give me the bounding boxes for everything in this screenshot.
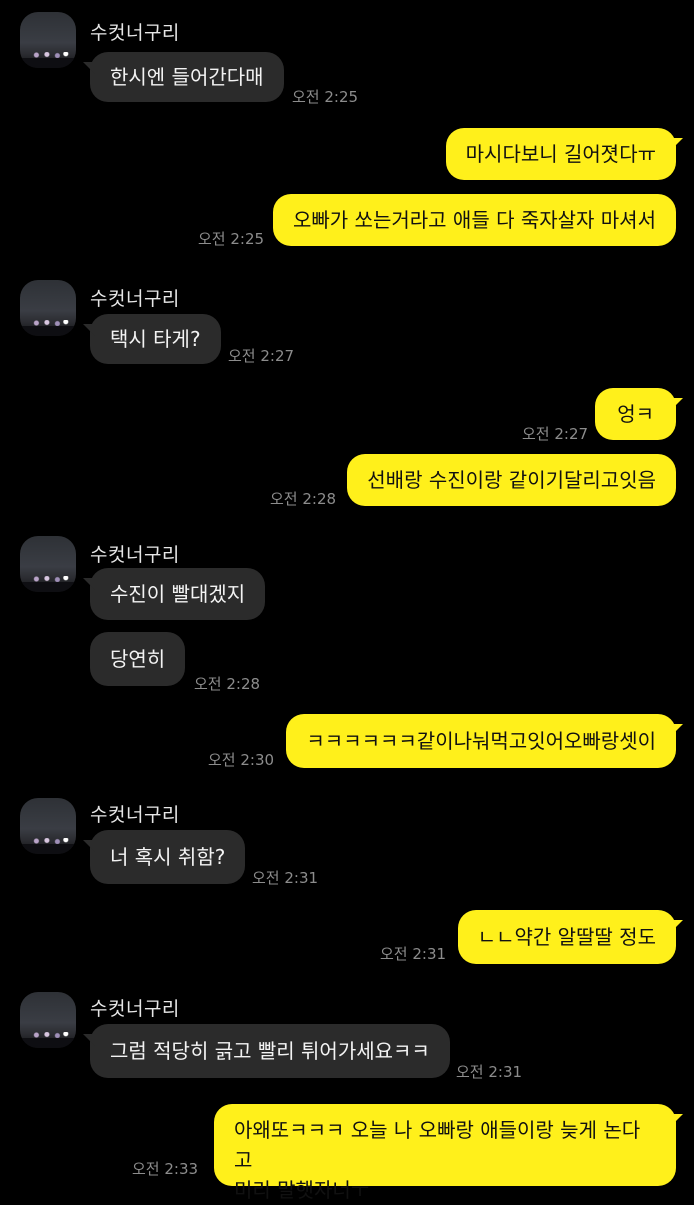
message-time: 오전 2:31	[380, 945, 447, 963]
contact-name: 수컷너구리	[90, 998, 180, 1020]
message-text: 수진이 빨대겠지	[110, 582, 246, 606]
contact-avatar[interactable]	[20, 12, 76, 68]
message-bubble-sent[interactable]: ㄴㄴ약간 알딸딸 정도	[457, 910, 684, 964]
message-text: 너 혹시 취함?	[110, 845, 226, 869]
message-text: 마시다보니 길어졋다ㅠ	[465, 142, 656, 166]
contact-avatar[interactable]	[20, 280, 76, 336]
contact-name: 수컷너구리	[90, 288, 180, 310]
message-text: 선배랑 수진이랑 같이기달리고잇음	[367, 468, 656, 492]
message-text: 한시엔 들어간다매	[110, 65, 264, 89]
message-bubble-sent[interactable]: 마시다보니 길어졋다ㅠ	[445, 128, 684, 180]
message-bubble-sent[interactable]: 오빠가 쏘는거라고 애들 다 죽자살자 마셔서	[273, 194, 676, 246]
message-text: ㅋㅋㅋㅋㅋㅋ같이나눠먹고잇어오빠랑셋이	[306, 729, 656, 753]
message-time: 오전 2:28	[270, 490, 337, 508]
message-time: 오전 2:25	[292, 88, 359, 106]
message-text-line-1: 아왜또ㅋㅋㅋ 오늘 나 오빠랑 애들이랑 늦게 논다고	[234, 1118, 641, 1172]
message-bubble-received[interactable]: 택시 타게?	[83, 314, 221, 364]
message-time: 오전 2:31	[456, 1063, 523, 1081]
message-text: 당연히	[110, 647, 166, 671]
contact-name: 수컷너구리	[90, 804, 180, 826]
contact-name: 수컷너구리	[90, 544, 180, 566]
contact-avatar[interactable]	[20, 536, 76, 592]
message-bubble-sent[interactable]: 아왜또ㅋㅋㅋ 오늘 나 오빠랑 애들이랑 늦게 논다고 미리 말햇자너ㅜ	[214, 1104, 683, 1202]
contact-avatar[interactable]	[20, 992, 76, 1048]
message-time: 오전 2:27	[522, 425, 589, 443]
message-bubble-received[interactable]: 한시엔 들어간다매	[83, 52, 284, 102]
message-bubble-sent[interactable]: 엉ㅋ	[595, 388, 683, 440]
message-bubble-received[interactable]: 당연히	[90, 632, 186, 686]
message-time: 오전 2:31	[252, 869, 319, 887]
contact-name: 수컷너구리	[90, 22, 180, 44]
message-time: 오전 2:27	[228, 347, 295, 365]
contact-avatar[interactable]	[20, 798, 76, 854]
message-text: 택시 타게?	[110, 327, 201, 351]
message-text: 그럼 적당히 긁고 빨리 튀어가세요ㅋㅋ	[110, 1039, 430, 1063]
message-time: 오전 2:30	[208, 751, 275, 769]
message-time: 오전 2:28	[194, 675, 261, 693]
message-text-line-2: 미리 말햇자너ㅜ	[234, 1178, 370, 1202]
message-bubble-received[interactable]: 수진이 빨대겠지	[82, 568, 266, 620]
message-bubble-sent[interactable]: ㅋㅋㅋㅋㅋㅋ같이나눠먹고잇어오빠랑셋이	[286, 714, 683, 768]
message-time: 오전 2:33	[132, 1160, 199, 1178]
message-time: 오전 2:25	[198, 230, 265, 248]
message-text: ㄴㄴ약간 알딸딸 정도	[477, 925, 656, 949]
message-bubble-sent[interactable]: 선배랑 수진이랑 같이기달리고잇음	[347, 454, 676, 506]
message-bubble-received[interactable]: 그럼 적당히 긁고 빨리 튀어가세요ㅋㅋ	[83, 1024, 450, 1078]
message-text: 엉ㅋ	[617, 402, 654, 426]
message-text: 오빠가 쏘는거라고 애들 다 죽자살자 마셔서	[293, 208, 656, 232]
message-bubble-received[interactable]: 너 혹시 취함?	[82, 830, 246, 884]
